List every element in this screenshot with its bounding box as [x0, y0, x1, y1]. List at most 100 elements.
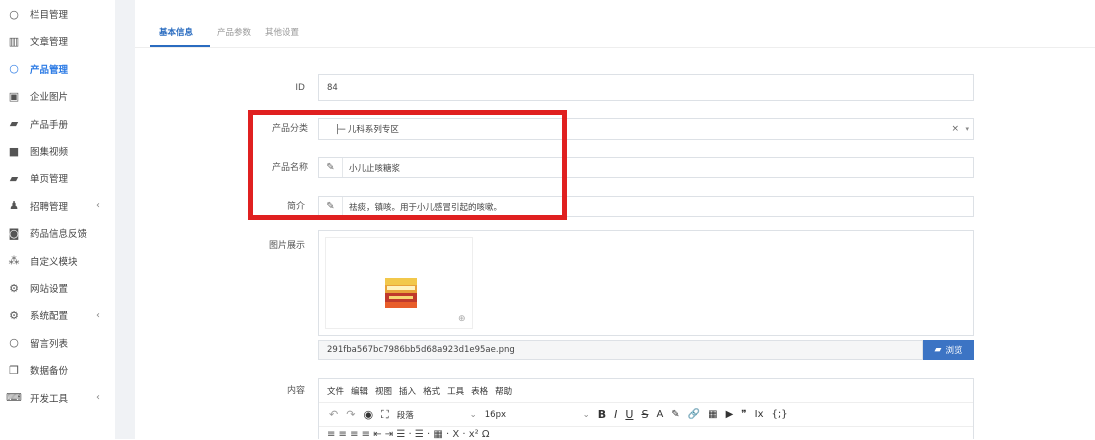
sidebar-item-label: 数据备份	[30, 366, 69, 378]
redo-icon[interactable]: ↷	[346, 408, 355, 421]
rich-text-editor[interactable]: 文件 编辑 视图 插入 格式 工具 表格 帮助 ↶ ↷ ◉ ⛶ 段落 ⌄ 16px ⌄ BIU…	[318, 378, 974, 440]
id-field[interactable]: 84	[318, 74, 974, 101]
filename-field[interactable]: 291fba567bc7986bb5d68a923d1e95ae.png	[318, 340, 923, 360]
sidebar-item[interactable]: ▰ 产品手册	[6, 114, 111, 134]
sidebar-item[interactable]: ◙ 药品信息反馈	[6, 223, 111, 243]
editor-menubar: 文件 编辑 视图 插入 格式 工具 表格 帮助	[319, 379, 973, 403]
browse-button[interactable]: ▰ 浏览	[923, 340, 974, 360]
sidebar-item[interactable]: ▣ 企业图片	[6, 86, 111, 106]
sidebar-item-label: 系统配置	[30, 311, 69, 323]
chevron-left-icon[interactable]: ‹	[96, 392, 100, 403]
editor-menu-item[interactable]: 工具	[447, 385, 464, 397]
code-icon[interactable]: {;}	[772, 409, 788, 420]
sidebar-item-label: 单页管理	[30, 174, 69, 186]
fullscreen-icon[interactable]: ⛶	[381, 408, 389, 422]
camera-icon: ◙	[8, 226, 20, 240]
image-icon: ▣	[8, 89, 20, 103]
editor-menu-item[interactable]: 编辑	[351, 385, 368, 397]
sidebar-item-label: 栏目管理	[30, 10, 69, 21]
sidebar-item-label: 留言列表	[30, 338, 69, 350]
sidebar-item-label: 网站设置	[30, 284, 69, 295]
video-icon: ■	[8, 144, 20, 158]
id-label: ID	[295, 83, 305, 93]
editor-menu-item[interactable]: 格式	[423, 385, 440, 397]
tab-bar: 基本信息 产品参数 其他设置	[135, 0, 1095, 48]
editor-menu-item[interactable]: 视图	[375, 385, 392, 397]
preview-icon[interactable]: ◉	[363, 408, 373, 421]
sidebar-item-label: 开发工具	[30, 393, 69, 405]
sidebar-item[interactable]: ○ 产品管理	[6, 59, 111, 79]
sidebar-item-label: 自定义模块	[30, 256, 78, 268]
user-icon: ♟	[9, 199, 19, 213]
cubes-icon: ⁂	[8, 254, 20, 268]
chevron-left-icon[interactable]: ‹	[96, 310, 100, 321]
keyboard-icon: ⌨	[6, 391, 22, 405]
zoom-icon[interactable]: ⊕	[458, 314, 466, 324]
italic-icon[interactable]: I	[614, 408, 617, 421]
book-icon: ▰	[9, 171, 19, 185]
sidebar-item[interactable]: ▥ 文章管理	[6, 31, 111, 51]
chevron-left-icon[interactable]: ‹	[96, 200, 100, 211]
sidebar-item[interactable]: ○ 留言列表	[6, 333, 111, 353]
editor-menu-item[interactable]: 文件	[327, 385, 344, 397]
bar-chart-icon: ▥	[8, 34, 20, 48]
image-panel: ⊕	[318, 230, 974, 336]
sidebar-item[interactable]: ⁂ 自定义模块	[6, 251, 111, 271]
underline-icon[interactable]: U	[625, 408, 633, 421]
sidebar-item[interactable]: ♟ 招聘管理 ‹	[6, 196, 111, 216]
font-size-value: 16px	[484, 409, 506, 420]
media-icon[interactable]: ▶	[726, 409, 734, 420]
folder-icon: ▰	[934, 345, 942, 355]
sidebar-item[interactable]: ○ 栏目管理	[6, 4, 111, 24]
font-color-icon[interactable]: A	[656, 409, 663, 420]
cogs-icon: ⚙	[9, 281, 19, 295]
sidebar-item[interactable]: ▰ 单页管理	[6, 168, 111, 188]
sidebar-gutter	[115, 0, 135, 439]
tab-product-params[interactable]: 产品参数	[217, 26, 251, 38]
sidebar-item-label: 企业图片	[30, 92, 69, 104]
undo-icon[interactable]: ↶	[329, 408, 338, 421]
editor-menu-item[interactable]: 表格	[471, 385, 488, 397]
highlight-icon[interactable]: ✎	[671, 409, 679, 420]
sidebar: ○ 栏目管理 ▥ 文章管理 ○ 产品管理 ▣ 企业图片 ▰ 产品手册 ■ 图集视频 ▰ 单页管理 ♟ 招聘管理…	[0, 0, 115, 439]
editor-toolbar-row2: ≡ ≡ ≡ ≡ ⇤ ⇥ ☰ · ☰ · ▦ · X · x² Ω	[327, 429, 490, 440]
highlight-box	[248, 110, 567, 220]
clear-format-icon[interactable]: Ix	[755, 409, 764, 420]
sidebar-item-label: 产品手册	[30, 119, 69, 131]
editor-menu-item[interactable]: 帮助	[495, 385, 512, 397]
sidebar-item[interactable]: ⚙ 系统配置 ‹	[6, 305, 111, 325]
sidebar-item[interactable]: ❐ 数据备份	[6, 360, 111, 380]
sidebar-item-label: 文章管理	[30, 37, 69, 49]
sidebar-item-label: 图集视频	[30, 147, 69, 158]
browse-label: 浏览	[945, 346, 963, 356]
tab-basic-info[interactable]: 基本信息	[159, 26, 193, 38]
bold-icon[interactable]: B	[598, 408, 606, 421]
image-icon[interactable]: ▦	[708, 409, 717, 420]
editor-menu-item[interactable]: 插入	[399, 385, 416, 397]
font-size-select[interactable]: 16px ⌄	[485, 410, 590, 420]
circle-icon: ○	[9, 336, 19, 350]
block-format-select[interactable]: 段落 ⌄	[397, 409, 477, 421]
format-buttons: B I U S A ✎ 🔗 ▦ ▶ ❞ Ix {;}	[594, 408, 792, 421]
gear-icon: ⚙	[9, 308, 19, 322]
chevron-down-icon: ⌄	[582, 409, 590, 420]
sidebar-item[interactable]: ⌨ 开发工具 ‹	[6, 388, 111, 408]
images-label: 图片展示	[268, 241, 305, 251]
sidebar-item[interactable]: ⚙ 网站设置	[6, 278, 111, 298]
product-thumbnail[interactable]: ⊕	[325, 237, 473, 329]
chevron-down-icon[interactable]: ▾	[965, 125, 969, 133]
sidebar-item-label: 招聘管理	[30, 201, 69, 213]
circle-icon: ○	[9, 7, 19, 21]
strikethrough-icon[interactable]: S	[641, 408, 648, 421]
tab-other-settings[interactable]: 其他设置	[265, 26, 299, 38]
sidebar-item[interactable]: ■ 图集视频	[6, 141, 111, 161]
block-format-value: 段落	[396, 410, 414, 421]
copy-icon: ❐	[9, 363, 19, 377]
link-icon[interactable]: 🔗	[688, 409, 700, 420]
clear-icon[interactable]: ×	[951, 124, 959, 134]
blockquote-icon[interactable]: ❞	[741, 409, 746, 420]
id-value: 84	[327, 82, 338, 93]
chevron-down-icon: ⌄	[469, 409, 477, 420]
book-icon: ▰	[9, 117, 19, 131]
sidebar-item-label: 产品管理	[30, 64, 69, 76]
